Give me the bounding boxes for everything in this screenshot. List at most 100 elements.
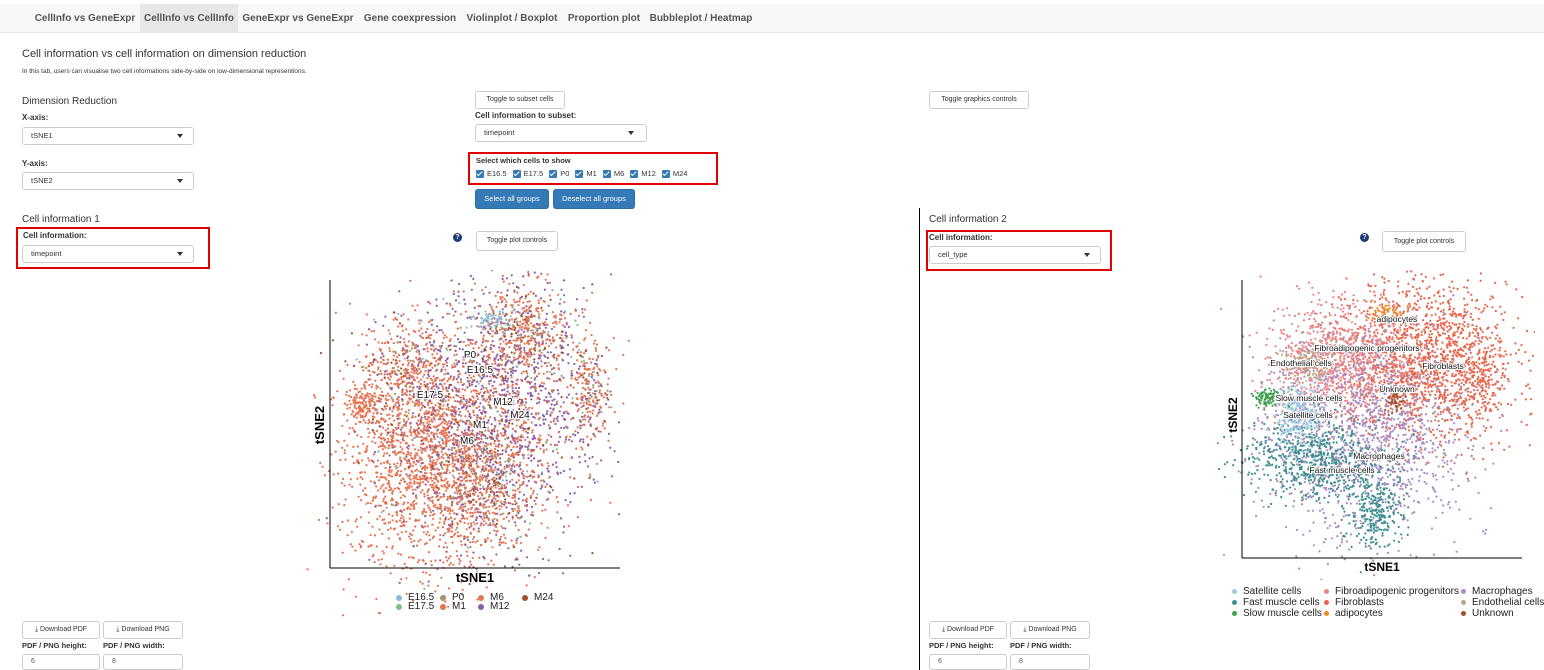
scatter-point bbox=[555, 380, 558, 383]
scatter-point bbox=[548, 294, 551, 297]
scatter-point bbox=[355, 407, 358, 410]
scatter-point bbox=[521, 326, 524, 329]
panel1-toggle-plot-button[interactable]: Toggle plot controls bbox=[476, 231, 558, 251]
scatter-point bbox=[459, 313, 463, 316]
scatter-point bbox=[417, 540, 420, 543]
toggle-subset-button[interactable]: Toggle to subset cells bbox=[475, 91, 565, 109]
scatter-point bbox=[382, 454, 385, 458]
scatter-point bbox=[417, 424, 420, 427]
scatter-point bbox=[360, 387, 363, 390]
scatter-point bbox=[425, 476, 428, 479]
tab-geneexpr-vs-geneexpr[interactable]: GeneExpr vs GeneExpr bbox=[240, 4, 356, 33]
scatter-point bbox=[501, 389, 504, 392]
scatter-point bbox=[494, 294, 497, 297]
scatter-point bbox=[447, 406, 450, 409]
scatter-point bbox=[382, 489, 385, 492]
tab-gene-coexpression[interactable]: Gene coexpression bbox=[360, 4, 460, 33]
tab-proportion-plot[interactable]: Proportion plot bbox=[562, 4, 646, 33]
scatter-point bbox=[549, 407, 552, 410]
scatter-point bbox=[540, 381, 543, 384]
scatter-point bbox=[565, 410, 568, 413]
scatter-point bbox=[472, 479, 475, 482]
scatter-point bbox=[448, 563, 451, 566]
scatter-point bbox=[412, 360, 415, 363]
checkbox-m6[interactable]: M6 bbox=[602, 169, 624, 178]
scatter-point bbox=[504, 377, 507, 380]
scatter-point bbox=[589, 403, 592, 406]
panel1-info-select[interactable]: timepoint bbox=[22, 245, 194, 263]
scatter-point bbox=[408, 512, 411, 516]
tab-violinplot-boxplot[interactable]: Violinplot / Boxplot bbox=[462, 4, 562, 33]
scatter-point bbox=[392, 439, 395, 442]
checkbox-m12[interactable]: M12 bbox=[630, 169, 656, 178]
scatter-point bbox=[496, 291, 499, 294]
scatter-point bbox=[484, 310, 487, 313]
scatter-point bbox=[518, 311, 521, 315]
tab-bubbleplot-heatmap[interactable]: Bubbleplot / Heatmap bbox=[646, 4, 756, 33]
scatter-point bbox=[410, 485, 413, 488]
scatter-point bbox=[454, 433, 457, 436]
scatter-point bbox=[437, 410, 440, 413]
scatter-point bbox=[447, 395, 450, 398]
scatter-point bbox=[408, 349, 411, 352]
scatter-point bbox=[447, 460, 450, 463]
scatter-point bbox=[362, 419, 365, 422]
scatter-point bbox=[488, 404, 492, 407]
scatter-point bbox=[501, 308, 504, 311]
toggle-graphics-button[interactable]: Toggle graphics controls bbox=[929, 91, 1029, 109]
scatter-point bbox=[373, 392, 376, 395]
scatter-point bbox=[522, 275, 525, 278]
scatter-point bbox=[354, 413, 357, 417]
scatter-point bbox=[549, 420, 552, 424]
subset-info-select[interactable]: timepoint bbox=[475, 124, 647, 142]
scatter-point bbox=[406, 345, 409, 348]
tab-cellinfo-vs-cellinfo[interactable]: CellInfo vs CellInfo bbox=[140, 4, 238, 33]
scatter-point bbox=[404, 422, 407, 425]
scatter-point bbox=[467, 428, 470, 431]
scatter-point bbox=[559, 405, 563, 408]
y-axis-select[interactable]: tSNE2 bbox=[22, 172, 194, 190]
help-icon[interactable]: ? bbox=[453, 233, 462, 242]
scatter-point bbox=[597, 374, 600, 377]
scatter-point bbox=[530, 450, 533, 453]
checkbox-p0[interactable]: P0 bbox=[549, 169, 569, 178]
checkbox-m1[interactable]: M1 bbox=[575, 169, 597, 178]
scatter-point bbox=[535, 445, 538, 448]
x-axis-select[interactable]: tSNE1 bbox=[22, 127, 194, 145]
scatter-point bbox=[516, 331, 519, 334]
scatter-point bbox=[482, 292, 485, 295]
scatter-point bbox=[460, 466, 463, 469]
checkbox-e17-5[interactable]: E17.5 bbox=[512, 169, 543, 178]
scatter-point bbox=[514, 395, 517, 398]
scatter-point bbox=[414, 433, 417, 436]
scatter-point bbox=[576, 381, 580, 384]
scatter-point bbox=[365, 464, 368, 467]
checkbox-e16-5[interactable]: E16.5 bbox=[476, 169, 507, 178]
scatter-point bbox=[369, 361, 372, 365]
scatter-point bbox=[497, 358, 500, 361]
select-all-groups-button[interactable]: Select all groups bbox=[475, 189, 549, 209]
deselect-all-groups-button[interactable]: Deselect all groups bbox=[553, 189, 635, 209]
scatter-point bbox=[442, 426, 445, 429]
scatter-point bbox=[409, 473, 412, 476]
scatter-point bbox=[489, 394, 492, 397]
scatter-point bbox=[481, 460, 484, 463]
tab-cellinfo-vs-geneexpr[interactable]: CellInfo vs GeneExpr bbox=[30, 4, 140, 33]
scatter-point bbox=[516, 453, 519, 456]
scatter-point bbox=[527, 327, 530, 330]
scatter-point bbox=[366, 392, 369, 395]
checkbox-m24[interactable]: M24 bbox=[661, 169, 687, 178]
scatter-point bbox=[533, 387, 536, 390]
scatter-point bbox=[460, 554, 463, 557]
scatter-point bbox=[473, 485, 476, 488]
scatter-point bbox=[381, 342, 384, 345]
chevron-down-icon bbox=[177, 134, 183, 138]
scatter-point bbox=[384, 315, 387, 318]
scatter-point bbox=[404, 410, 408, 413]
scatter-point bbox=[367, 521, 370, 524]
scatter-point bbox=[584, 387, 587, 391]
scatter-point bbox=[474, 511, 477, 514]
scatter-point bbox=[427, 404, 430, 407]
scatter-point bbox=[402, 352, 405, 355]
scatter-point bbox=[390, 435, 393, 438]
